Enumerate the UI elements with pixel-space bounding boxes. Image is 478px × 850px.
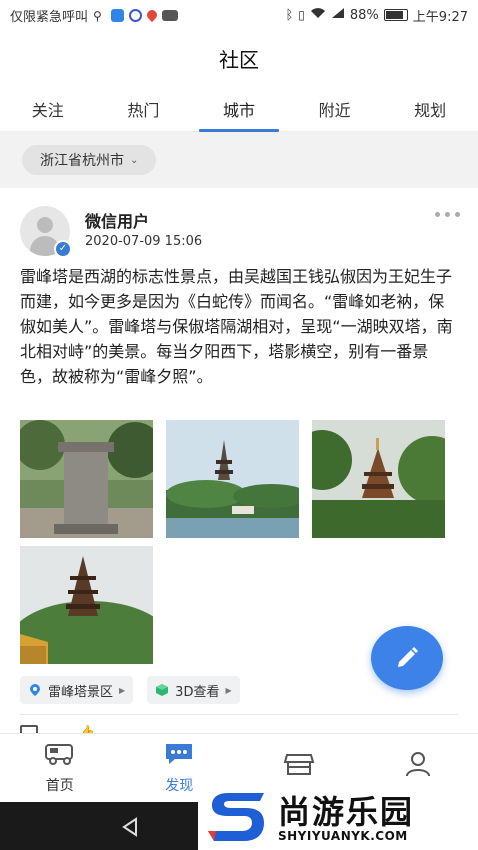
carrier-text: 仅限紧急呼叫 <box>10 9 89 25</box>
cube-icon <box>156 684 169 696</box>
app-header: 社区 <box>0 30 478 86</box>
chevron-down-icon: ⌄ <box>130 154 139 166</box>
page-title: 社区 <box>219 47 259 72</box>
back-icon[interactable] <box>120 816 142 838</box>
photo-pagoda-trees[interactable] <box>312 420 445 538</box>
chevron-right-icon: ▶ <box>225 685 232 695</box>
store-icon <box>283 754 315 775</box>
brand-domain: SHYIYUANYK.COM <box>278 829 408 843</box>
post-tags: 雷峰塔景区 ▶ 3D查看 ▶ <box>20 676 240 704</box>
vibrate-icon: ▯ <box>298 8 305 22</box>
usb-icon: ⚲ <box>93 8 102 23</box>
post-body-text: 雷峰塔是西湖的标志性景点，由吴越国王钱弘俶因为王妃生子而建，如今更多是因为《白蛇… <box>20 267 453 386</box>
tab-label: 城市 <box>222 100 255 120</box>
tab-nearby[interactable]: 附近 <box>287 86 383 131</box>
app-notification-icon-3 <box>162 9 179 21</box>
chevron-right-icon: ▶ <box>119 685 126 695</box>
person-icon <box>406 752 431 777</box>
user-name[interactable]: 微信用户 <box>85 208 149 232</box>
tab-label: 关注 <box>31 100 64 120</box>
region-selector[interactable]: 浙江省杭州市 ⌄ <box>22 145 157 175</box>
tab-bar: 关注 热门 城市 附近 规划 <box>0 86 478 132</box>
compose-button[interactable] <box>371 626 443 690</box>
location-tag-label: 雷峰塔景区 <box>48 684 114 700</box>
region-label: 浙江省杭州市 <box>40 153 124 169</box>
filter-bar: 浙江省杭州市 ⌄ <box>0 132 478 188</box>
nav-home-label: 首页 <box>45 778 74 794</box>
post-time: 2020-07-09 15:06 <box>85 234 203 249</box>
pencil-icon <box>398 647 418 667</box>
photo-pagoda-lake[interactable] <box>166 420 299 538</box>
wifi-icon <box>310 7 326 23</box>
brand-name: 尚游乐园 <box>278 793 415 831</box>
app-notification-icon <box>111 8 125 22</box>
view-3d-label: 3D查看 <box>175 684 220 700</box>
post-actions: 👍 <box>20 725 95 733</box>
rv-icon <box>44 744 73 765</box>
post-header: ✓ 微信用户 2020-07-09 15:06 <box>20 206 460 258</box>
photo-stele[interactable] <box>20 420 153 538</box>
more-options-icon[interactable] <box>435 212 460 217</box>
tab-label: 规划 <box>414 100 447 120</box>
location-tag[interactable]: 雷峰塔景区 ▶ <box>20 676 134 704</box>
clock: 上午9:27 <box>412 9 468 25</box>
brand-logo-icon <box>208 793 264 841</box>
divider <box>20 714 458 715</box>
app-notification-icon-2 <box>129 8 143 22</box>
tab-label: 附近 <box>318 100 351 120</box>
location-pin-icon <box>30 684 40 696</box>
signal-icon <box>331 7 345 23</box>
comment-icon[interactable] <box>20 725 38 733</box>
nav-home[interactable]: 首页 <box>0 734 120 802</box>
tab-hot[interactable]: 热门 <box>96 86 192 131</box>
chat-bubble-icon <box>166 744 193 764</box>
status-bar: 仅限紧急呼叫 ⚲ ᛒ ▯ 88% 上午9:27 <box>0 0 478 30</box>
location-notification-icon <box>144 7 160 23</box>
watermark: 尚游乐园 SHYIYUANYK.COM <box>198 783 478 850</box>
tab-plan[interactable]: 规划 <box>382 86 478 131</box>
tab-city[interactable]: 城市 <box>191 86 287 132</box>
tab-following[interactable]: 关注 <box>0 86 96 131</box>
tab-label: 热门 <box>127 100 160 120</box>
verified-badge-icon: ✓ <box>54 240 72 258</box>
nav-discover-label: 发现 <box>165 778 194 794</box>
battery-percent: 88% <box>349 7 379 23</box>
photo-pagoda-hill[interactable] <box>20 546 153 664</box>
like-icon[interactable]: 👍 <box>78 725 95 733</box>
bluetooth-icon: ᛒ <box>285 7 294 23</box>
battery-icon <box>383 9 408 21</box>
view-3d-tag[interactable]: 3D查看 ▶ <box>147 676 240 704</box>
